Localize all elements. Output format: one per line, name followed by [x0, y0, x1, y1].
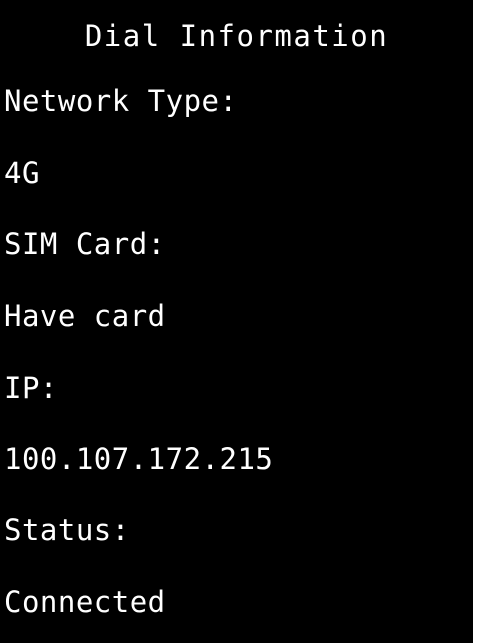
sim-card-value: Have card: [4, 299, 166, 333]
ip-value: 100.107.172.215: [4, 442, 274, 476]
dial-information-screen: Dial Information Network Type: 4G SIM Ca…: [0, 0, 473, 643]
network-type-value: 4G: [4, 156, 40, 190]
ip-label: IP:: [4, 371, 58, 405]
status-label: Status:: [4, 513, 130, 547]
page-title: Dial Information: [84, 19, 389, 53]
network-type-label: Network Type:: [4, 84, 238, 118]
status-value: Connected: [4, 585, 166, 619]
sim-card-label: SIM Card:: [4, 227, 166, 261]
